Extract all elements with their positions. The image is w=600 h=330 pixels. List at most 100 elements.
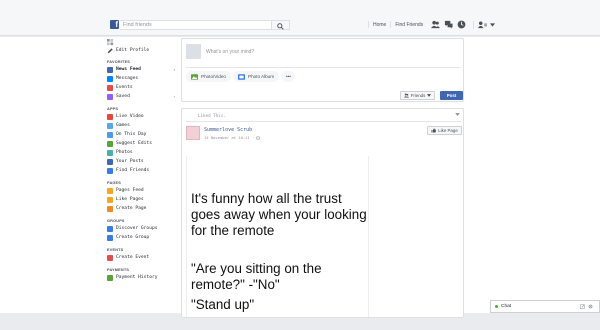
photo-album-button[interactable]: Photo Album xyxy=(233,71,280,82)
on-this-day-icon xyxy=(107,131,113,138)
sidebar-item-suggest-edits[interactable]: Suggest Edits xyxy=(107,139,179,148)
audience-selector-button[interactable]: Friends xyxy=(400,91,435,100)
home-link[interactable]: Home xyxy=(369,22,390,28)
sidebar-section-heading: GROUPS xyxy=(107,219,125,223)
top-nav-links: Home Find Friends xyxy=(368,21,427,28)
suggest-edits-icon xyxy=(107,140,113,147)
pencil-icon xyxy=(107,47,113,53)
chevron-right-icon[interactable]: › xyxy=(174,94,175,99)
status-input[interactable]: What's on your mind? xyxy=(206,49,254,55)
sidebar-item-messages[interactable]: Messages xyxy=(107,74,179,83)
sidebar-item-events[interactable]: Events xyxy=(107,83,179,92)
sidebar-item-label: Live Video xyxy=(116,114,144,119)
page-name-link[interactable]: Summerlove Scrub xyxy=(204,127,252,133)
notifications-icon[interactable] xyxy=(457,20,466,29)
edit-profile-label: Edit Profile xyxy=(116,48,150,53)
find-friends-link[interactable]: Find Friends xyxy=(391,22,427,28)
chevron-down-icon xyxy=(427,94,432,97)
more-options-button[interactable]: ••• xyxy=(282,71,295,82)
photo-video-label: Photo/Video xyxy=(201,74,226,79)
sidebar-item-discover-groups[interactable]: Discover Groups xyxy=(107,224,179,233)
audience-label: Friends xyxy=(410,93,426,98)
messages-icon[interactable] xyxy=(444,20,453,29)
more-dots-icon: ••• xyxy=(286,74,291,79)
sidebar-item-create-event[interactable]: Create Event xyxy=(107,253,179,262)
post-options-icon[interactable] xyxy=(455,113,460,116)
profile-link[interactable] xyxy=(107,38,179,46)
sidebar-item-payment-history[interactable]: Payment History xyxy=(107,273,179,282)
photo-album-icon xyxy=(238,73,245,80)
search-icon xyxy=(277,22,284,30)
sidebar-sections: FAVORITES News Feed › Messages Events Saved › A… xyxy=(107,60,179,282)
page-avatar[interactable] xyxy=(186,126,200,140)
sidebar-item-label: Suggest Edits xyxy=(116,141,152,146)
facebook-logo-icon[interactable]: f xyxy=(110,20,119,29)
pages-feed-icon xyxy=(107,187,113,194)
meme-line: "Stand up" xyxy=(191,297,255,312)
events-icon xyxy=(107,84,113,91)
chat-bar[interactable]: Chat xyxy=(490,300,600,313)
live-video-icon xyxy=(107,113,113,120)
sidebar-section-heading: FAVORITES xyxy=(107,60,131,64)
sidebar-item-label: Create Page xyxy=(116,206,147,211)
post-button[interactable]: Post xyxy=(440,91,463,100)
account-menu[interactable] xyxy=(478,21,495,29)
sidebar-item-label: Discover Groups xyxy=(116,226,158,231)
top-navigation-bar: f Find friends Home Find Friends xyxy=(0,0,600,36)
friends-icon xyxy=(403,93,409,98)
new-message-icon[interactable] xyxy=(580,304,585,309)
sidebar-item-label: Create Group xyxy=(116,235,150,240)
sidebar-item-label: Like Pages xyxy=(116,197,144,202)
sidebar-item-your-posts[interactable]: Your Posts xyxy=(107,157,179,166)
online-status-icon xyxy=(495,305,498,308)
sidebar-item-create-group[interactable]: Create Group xyxy=(107,233,179,242)
your-posts-icon xyxy=(107,158,113,165)
sidebar-section-heading: PAYMENTS xyxy=(107,268,130,272)
like-page-button[interactable]: Like Page xyxy=(427,126,462,135)
photo-video-button[interactable]: Photo/Video xyxy=(186,71,231,82)
sidebar-item-on-this-day[interactable]: On This Day xyxy=(107,130,179,139)
sidebar-item-live-video[interactable]: Live Video xyxy=(107,112,179,121)
search-button[interactable] xyxy=(272,20,290,30)
top-icons xyxy=(431,20,466,29)
timestamp-text: 15 November at 10:11 · xyxy=(204,135,255,140)
sidebar-item-label: News Feed xyxy=(116,67,141,72)
user-avatar xyxy=(186,44,201,59)
payment-history-icon xyxy=(107,274,113,281)
sidebar-item-find-friends[interactable]: Find Friends xyxy=(107,166,179,175)
news-feed-icon xyxy=(107,66,113,73)
gear-icon[interactable] xyxy=(588,304,593,309)
sidebar-item-pages-feed[interactable]: Pages Feed xyxy=(107,186,179,195)
sidebar-item-label: Saved xyxy=(116,94,130,99)
post-timestamp[interactable]: 15 November at 10:11 · xyxy=(204,135,261,140)
chat-icons xyxy=(580,304,593,309)
chevron-right-icon[interactable]: › xyxy=(174,67,175,72)
nav-divider xyxy=(473,21,474,29)
messages-icon xyxy=(107,75,113,82)
meme-line: It's funny how all the trust goes away w… xyxy=(191,191,367,238)
composer-divider xyxy=(186,67,461,68)
create-page-icon xyxy=(107,205,113,212)
liked-this-text: Liked This. xyxy=(198,113,226,118)
sidebar-item-like-pages[interactable]: Like Pages xyxy=(107,195,179,204)
sidebar-section-heading: EVENTS xyxy=(107,248,124,252)
meme-image[interactable]: It's funny how all the trust goes away w… xyxy=(186,156,369,317)
sidebar-item-label: Create Event xyxy=(116,255,150,260)
sidebar-item-games[interactable]: Games xyxy=(107,121,179,130)
saved-icon xyxy=(107,93,113,100)
search-input[interactable]: Find friends xyxy=(120,20,272,30)
sidebar-item-news-feed[interactable]: News Feed › xyxy=(107,65,179,74)
photo-album-label: Photo Album xyxy=(248,74,275,79)
sidebar-section-heading: APPS xyxy=(107,107,119,111)
photo-video-icon xyxy=(191,73,198,80)
sidebar-item-create-page[interactable]: Create Page xyxy=(107,204,179,213)
sidebar-item-photos[interactable]: Photos xyxy=(107,148,179,157)
dropdown-caret-icon xyxy=(490,23,495,27)
sidebar-item-label: Photos xyxy=(116,150,133,155)
friend-requests-icon[interactable] xyxy=(431,20,440,29)
sidebar-item-saved[interactable]: Saved › xyxy=(107,92,179,101)
edit-profile-link[interactable]: Edit Profile xyxy=(107,47,179,54)
sidebar-item-label: Your Posts xyxy=(116,159,144,164)
find-friends-icon xyxy=(107,167,113,174)
thumbs-up-icon xyxy=(431,128,437,133)
